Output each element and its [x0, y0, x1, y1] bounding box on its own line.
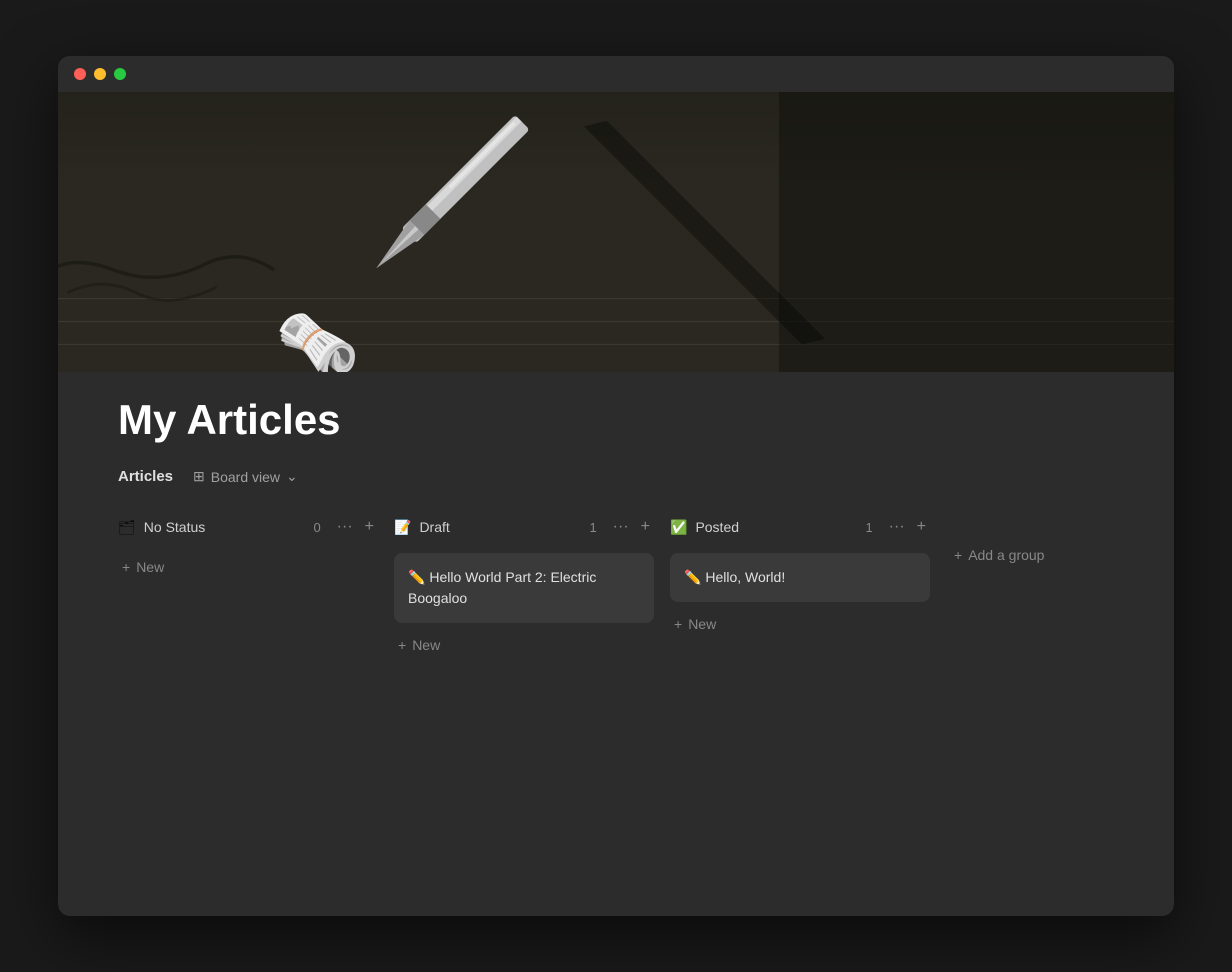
- posted-card-1-icon: ✏️: [684, 569, 705, 585]
- posted-new-label: New: [688, 616, 716, 632]
- content-area: My Articles Articles ⊞ Board view ⌄ 🗂 No…: [58, 372, 1174, 699]
- posted-add-button[interactable]: +: [913, 517, 930, 537]
- column-no-status: 🗂 No Status 0 ··· + + New: [118, 513, 378, 581]
- draft-count: 1: [589, 520, 596, 535]
- draft-new-button[interactable]: + New: [394, 631, 654, 659]
- draft-card-1[interactable]: ✏️ Hello World Part 2: Electric Boogaloo: [394, 553, 654, 623]
- posted-card-1[interactable]: ✏️ Hello, World!: [670, 553, 930, 602]
- add-group-button[interactable]: + Add a group: [946, 541, 1052, 569]
- board-view-label: Board view: [211, 469, 280, 485]
- board-grid-icon: ⊞: [193, 468, 205, 485]
- no-status-title: No Status: [144, 519, 306, 535]
- draft-card-1-icon: ✏️: [408, 569, 429, 585]
- no-status-count: 0: [313, 520, 320, 535]
- app-window: 🗞️ My Articles Articles ⊞ Board view ⌄ 🗂…: [58, 56, 1174, 916]
- posted-actions: ··· +: [885, 517, 930, 537]
- hero-image: 🗞️: [58, 92, 1174, 372]
- scroll-emoji: 🗞️: [272, 301, 364, 372]
- add-group-label: Add a group: [968, 547, 1044, 563]
- no-status-icon: 🗂: [118, 519, 136, 536]
- chevron-down-icon: ⌄: [286, 468, 298, 485]
- posted-new-button[interactable]: + New: [670, 610, 930, 638]
- titlebar: [58, 56, 1174, 92]
- posted-title: Posted: [695, 519, 857, 535]
- minimize-button[interactable]: [94, 68, 106, 80]
- column-header-draft: 📝 Draft 1 ··· +: [394, 513, 654, 541]
- draft-more-button[interactable]: ···: [609, 517, 633, 537]
- column-header-posted: ✅ Posted 1 ··· +: [670, 513, 930, 541]
- no-status-add-button[interactable]: +: [361, 517, 378, 537]
- posted-count: 1: [865, 520, 872, 535]
- plus-icon: +: [122, 559, 130, 575]
- column-header-no-status: 🗂 No Status 0 ··· +: [118, 513, 378, 541]
- close-button[interactable]: [74, 68, 86, 80]
- draft-new-label: New: [412, 637, 440, 653]
- posted-card-1-text: ✏️ Hello, World!: [684, 567, 916, 588]
- articles-label: Articles: [118, 468, 173, 485]
- board-view-button[interactable]: ⊞ Board view ⌄: [185, 464, 306, 489]
- draft-card-1-text: ✏️ Hello World Part 2: Electric Boogaloo: [408, 567, 640, 609]
- page-title: My Articles: [118, 372, 1114, 464]
- column-draft: 📝 Draft 1 ··· + ✏️ Hello World Part 2: E…: [394, 513, 654, 659]
- plus-icon-draft: +: [398, 637, 406, 653]
- draft-icon: 📝: [394, 519, 411, 536]
- view-bar: Articles ⊞ Board view ⌄: [118, 464, 1114, 489]
- draft-add-button[interactable]: +: [637, 517, 654, 537]
- no-status-more-button[interactable]: ···: [333, 517, 357, 537]
- maximize-button[interactable]: [114, 68, 126, 80]
- no-status-new-label: New: [136, 559, 164, 575]
- no-status-new-button[interactable]: + New: [118, 553, 378, 581]
- plus-icon-posted: +: [674, 616, 682, 632]
- posted-more-button[interactable]: ···: [885, 517, 909, 537]
- draft-title: Draft: [419, 519, 581, 535]
- no-status-actions: ··· +: [333, 517, 378, 537]
- add-group-plus-icon: +: [954, 547, 962, 563]
- hero-illustration: [58, 92, 1174, 372]
- posted-icon: ✅: [670, 519, 687, 536]
- column-posted: ✅ Posted 1 ··· + ✏️ Hello, World! +: [670, 513, 930, 638]
- board-columns: 🗂 No Status 0 ··· + + New 📝 Draft: [118, 513, 1114, 659]
- draft-actions: ··· +: [609, 517, 654, 537]
